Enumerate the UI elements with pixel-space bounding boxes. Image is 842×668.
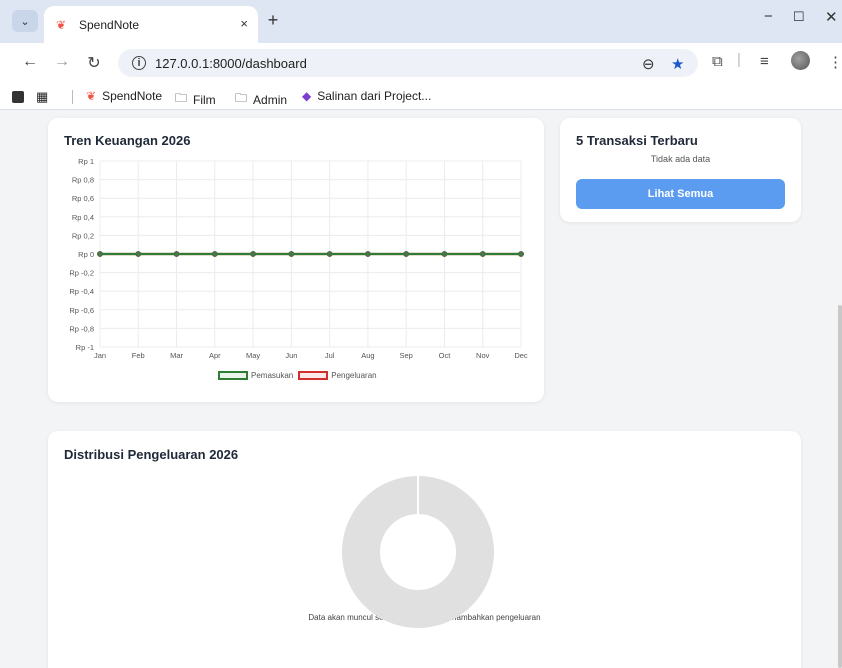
zoom-icon[interactable]: ⊖ — [642, 55, 655, 73]
apps-grid-icon[interactable]: ▦ — [36, 89, 48, 105]
data-point — [173, 251, 180, 257]
y-tick-label: Rp -0,8 — [69, 324, 94, 333]
view-all-button[interactable]: Lihat Semua — [576, 179, 785, 209]
reload-icon[interactable]: ↻ — [84, 53, 104, 73]
project-icon: ◆ — [302, 89, 312, 103]
x-tick-label: Oct — [439, 351, 452, 360]
legend-swatch — [298, 371, 329, 380]
bookmark-separator — [72, 90, 73, 104]
distribution-card-title: Distribusi Pengeluaran 2026 — [64, 447, 239, 462]
y-tick-label: Rp 1 — [78, 157, 94, 166]
y-tick-label: Rp 0 — [78, 250, 94, 259]
data-point — [288, 251, 295, 257]
data-point — [326, 251, 333, 257]
minimize-icon[interactable]: − — [764, 8, 773, 25]
x-tick-label: May — [246, 351, 260, 360]
recent-card-title: 5 Transaksi Terbaru — [576, 133, 698, 148]
data-point — [365, 251, 371, 257]
laravel-icon: ❦ — [56, 17, 67, 32]
data-point — [518, 251, 524, 257]
legend-item-pemasukan[interactable]: Pemasukan — [218, 371, 293, 380]
data-point — [250, 251, 256, 257]
bookmark-label: Film — [193, 92, 216, 107]
y-tick-label: Rp 0,8 — [72, 176, 94, 185]
x-tick-label: Jun — [285, 351, 297, 360]
bookmark-admin[interactable]: 🗀 Admin — [235, 89, 287, 110]
trend-card-title: Tren Keuangan 2026 — [64, 133, 191, 148]
square-icon[interactable] — [12, 91, 24, 103]
url-text: 127.0.0.1:8000/dashboard — [155, 55, 307, 71]
tab-bar: ⌄ ❦ SpendNote × + − ☐ ✕ — [0, 0, 842, 43]
forward-icon[interactable]: → — [52, 53, 72, 71]
y-tick-label: Rp -0,2 — [69, 269, 94, 278]
y-tick-label: Rp 0,4 — [72, 213, 94, 222]
url-input[interactable]: i 127.0.0.1:8000/dashboard ⊖ ★ — [118, 49, 698, 77]
x-tick-label: Aug — [361, 351, 374, 360]
y-tick-label: Rp -0,6 — [69, 306, 94, 315]
maximize-icon[interactable]: ☐ — [793, 9, 805, 25]
menu-icon[interactable]: ⋮ — [828, 53, 842, 71]
bookmark-spendnote[interactable]: ❦ SpendNote — [86, 89, 162, 103]
y-tick-label: Rp 0,6 — [72, 194, 94, 203]
y-tick-label: Rp -1 — [76, 343, 94, 352]
data-point — [403, 251, 410, 257]
tab-spendnote[interactable]: ❦ SpendNote × — [44, 6, 258, 43]
x-tick-label: Dec — [514, 351, 528, 360]
laravel-icon: ❦ — [86, 89, 97, 103]
tab-search-button[interactable]: ⌄ — [12, 10, 38, 32]
legend-label: Pemasukan — [251, 371, 294, 380]
bookmark-label: Admin — [253, 92, 288, 107]
bookmark-film[interactable]: 🗀 Film — [175, 89, 216, 110]
x-tick-label: Jul — [325, 351, 335, 360]
data-point — [211, 251, 218, 257]
bookmark-star-icon[interactable]: ★ — [671, 55, 684, 73]
x-tick-label: Sep — [400, 351, 413, 360]
bookmark-salinan[interactable]: ◆ Salinan dari Project... — [302, 89, 431, 103]
bookmarks-bar: ▦ ❦ SpendNote 🗀 Film 🗀 Admin ◆ Salinan d… — [0, 83, 842, 110]
legend-swatch — [218, 371, 248, 380]
bookmark-label: SpendNote — [102, 89, 163, 103]
x-tick-label: Feb — [132, 351, 145, 360]
back-icon[interactable]: ← — [20, 53, 40, 71]
legend-item-pengeluaran[interactable]: Pengeluaran — [298, 371, 377, 380]
tab-title: SpendNote — [79, 17, 140, 32]
y-tick-label: Rp -0,4 — [69, 287, 94, 296]
folder-icon: 🗀 — [235, 91, 248, 105]
trend-line-chart: Rp 1 Rp 0,8 Rp 0,6 Rp 0,4 Rp 0,2 Rp 0 Rp -0,2 R… — [69, 157, 528, 360]
legend-label: Pengeluaran — [331, 371, 377, 380]
new-tab-button[interactable]: + — [262, 10, 284, 31]
info-icon[interactable]: i — [132, 56, 146, 70]
data-point — [441, 251, 448, 257]
chart-legend: Pemasukan Pengeluaran — [218, 371, 382, 380]
y-tick-label: Rp 0,2 — [72, 231, 94, 240]
x-tick-label: Mar — [170, 351, 183, 360]
close-icon[interactable]: × — [240, 16, 248, 31]
window-close-icon[interactable]: ✕ — [825, 8, 838, 26]
chevron-down-icon: ⌄ — [20, 15, 30, 28]
x-tick-label: Apr — [209, 351, 221, 360]
extensions-icon[interactable]: ⧉ — [712, 53, 723, 70]
x-tick-label: Nov — [476, 351, 490, 360]
distribution-donut-chart — [341, 476, 494, 628]
bookmark-label: Salinan dari Project... — [317, 89, 432, 103]
media-queue-icon[interactable]: ≡ — [760, 53, 769, 70]
avatar[interactable] — [791, 51, 810, 70]
data-point — [135, 251, 142, 257]
data-point — [97, 251, 103, 257]
data-point — [479, 251, 486, 257]
scrollbar[interactable] — [838, 305, 842, 668]
empty-state-text: Tidak ada data — [650, 154, 711, 164]
x-tick-label: Jan — [94, 351, 106, 360]
folder-icon: 🗀 — [175, 91, 188, 105]
toolbar-divider: | — [737, 51, 741, 68]
